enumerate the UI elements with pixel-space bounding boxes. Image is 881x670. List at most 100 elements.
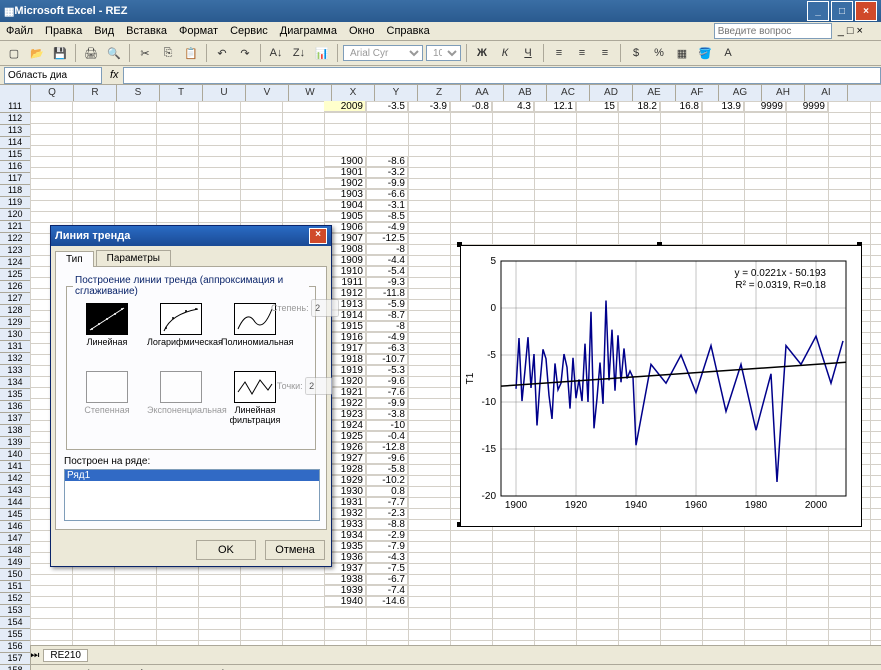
cell[interactable]: 16.8 bbox=[660, 101, 702, 112]
cell[interactable]: -7.4 bbox=[366, 585, 408, 596]
print-icon[interactable]: 🖨 bbox=[81, 43, 101, 63]
row-header[interactable]: 134 bbox=[0, 377, 31, 389]
row-header[interactable]: 139 bbox=[0, 437, 31, 449]
cell[interactable]: -9.9 bbox=[366, 398, 408, 409]
help-search[interactable] bbox=[714, 23, 832, 39]
cell[interactable]: -8 bbox=[366, 321, 408, 332]
cell[interactable]: -4.9 bbox=[366, 222, 408, 233]
sort-asc-icon[interactable]: A↓ bbox=[266, 43, 286, 63]
cell[interactable]: -2.3 bbox=[366, 508, 408, 519]
row-header[interactable]: 141 bbox=[0, 461, 31, 473]
col-header[interactable]: V bbox=[246, 85, 289, 101]
row-header[interactable]: 112 bbox=[0, 113, 31, 125]
cell[interactable]: -4.3 bbox=[366, 552, 408, 563]
trend-linear[interactable]: Линейная bbox=[73, 303, 141, 365]
row-header[interactable]: 121 bbox=[0, 221, 31, 233]
cell[interactable]: -2.9 bbox=[366, 530, 408, 541]
cell[interactable]: 1904 bbox=[324, 200, 366, 211]
col-header[interactable]: AC bbox=[547, 85, 590, 101]
textbox-icon[interactable]: A bbox=[213, 664, 233, 670]
cell[interactable]: -4.9 bbox=[366, 332, 408, 343]
redo-icon[interactable]: ↷ bbox=[235, 43, 255, 63]
align-left-icon[interactable]: ≡ bbox=[549, 43, 569, 63]
sort-desc-icon[interactable]: Z↓ bbox=[289, 43, 309, 63]
col-header[interactable]: W bbox=[289, 85, 332, 101]
col-header[interactable]: AF bbox=[676, 85, 719, 101]
col-header[interactable]: T bbox=[160, 85, 203, 101]
menu-window[interactable]: Окно bbox=[349, 25, 375, 37]
cell[interactable]: 1940 bbox=[324, 596, 366, 607]
cell[interactable]: 15 bbox=[576, 101, 618, 112]
row-header[interactable]: 130 bbox=[0, 329, 31, 341]
cell[interactable]: -0.4 bbox=[366, 431, 408, 442]
cell[interactable]: -3.8 bbox=[366, 409, 408, 420]
cell[interactable]: 1902 bbox=[324, 178, 366, 189]
row-header[interactable]: 126 bbox=[0, 281, 31, 293]
cell[interactable]: 18.2 bbox=[618, 101, 660, 112]
col-header[interactable]: X bbox=[332, 85, 375, 101]
cell[interactable]: 2009 bbox=[324, 101, 366, 112]
underline-icon[interactable]: Ч bbox=[518, 43, 538, 63]
row-header[interactable]: 148 bbox=[0, 545, 31, 557]
open-icon[interactable]: 📂 bbox=[27, 43, 47, 63]
cell[interactable]: 1903 bbox=[324, 189, 366, 200]
col-header[interactable]: Z bbox=[418, 85, 461, 101]
row-header[interactable]: 122 bbox=[0, 233, 31, 245]
col-header[interactable]: U bbox=[203, 85, 246, 101]
minimize-button[interactable]: _ bbox=[807, 1, 829, 21]
cell[interactable]: -9.6 bbox=[366, 453, 408, 464]
row-header[interactable]: 123 bbox=[0, 245, 31, 257]
trend-log[interactable]: Логарифмическая bbox=[147, 303, 215, 365]
series-listbox[interactable]: Ряд1 bbox=[64, 469, 320, 521]
row-header[interactable]: 118 bbox=[0, 185, 31, 197]
cell[interactable]: 1900 bbox=[324, 156, 366, 167]
row-header[interactable]: 158 bbox=[0, 665, 31, 670]
row-header[interactable]: 145 bbox=[0, 509, 31, 521]
row-header[interactable]: 154 bbox=[0, 617, 31, 629]
col-header[interactable]: AH bbox=[762, 85, 805, 101]
row-header[interactable]: 138 bbox=[0, 425, 31, 437]
series-item[interactable]: Ряд1 bbox=[65, 470, 319, 481]
col-header[interactable]: AI bbox=[805, 85, 848, 101]
cell[interactable]: -3.9 bbox=[408, 101, 450, 112]
row-header[interactable]: 115 bbox=[0, 149, 31, 161]
undo-icon[interactable]: ↶ bbox=[212, 43, 232, 63]
select-all[interactable] bbox=[0, 85, 31, 101]
row-header[interactable]: 117 bbox=[0, 173, 31, 185]
col-header[interactable]: AB bbox=[504, 85, 547, 101]
col-header[interactable]: R bbox=[74, 85, 117, 101]
row-header[interactable]: 149 bbox=[0, 557, 31, 569]
row-header[interactable]: 137 bbox=[0, 413, 31, 425]
row-header[interactable]: 129 bbox=[0, 317, 31, 329]
row-header[interactable]: 144 bbox=[0, 497, 31, 509]
preview-icon[interactable]: 🔍 bbox=[104, 43, 124, 63]
col-header[interactable]: Q bbox=[31, 85, 74, 101]
cell[interactable]: -8.8 bbox=[366, 519, 408, 530]
cell[interactable]: 1939 bbox=[324, 585, 366, 596]
menu-tools[interactable]: Сервис bbox=[230, 25, 268, 37]
row-header[interactable]: 133 bbox=[0, 365, 31, 377]
copy-icon[interactable]: ⎘ bbox=[158, 43, 178, 63]
col-header[interactable]: AA bbox=[461, 85, 504, 101]
row-header[interactable]: 125 bbox=[0, 269, 31, 281]
row-header[interactable]: 124 bbox=[0, 257, 31, 269]
currency-icon[interactable]: $ bbox=[626, 43, 646, 63]
menu-help[interactable]: Справка bbox=[387, 25, 430, 37]
sheet-tab[interactable]: RE210 bbox=[43, 649, 88, 662]
size-select[interactable]: 10 bbox=[426, 45, 461, 61]
col-header[interactable]: AE bbox=[633, 85, 676, 101]
cell[interactable]: -5.4 bbox=[366, 266, 408, 277]
row-header[interactable]: 128 bbox=[0, 305, 31, 317]
cell[interactable]: 1901 bbox=[324, 167, 366, 178]
cell[interactable]: 13.9 bbox=[702, 101, 744, 112]
row-header[interactable]: 116 bbox=[0, 161, 31, 173]
row-header[interactable]: 113 bbox=[0, 125, 31, 137]
dialog-close-button[interactable]: × bbox=[309, 228, 327, 244]
row-header[interactable]: 132 bbox=[0, 353, 31, 365]
row-header[interactable]: 143 bbox=[0, 485, 31, 497]
cell[interactable]: -5.9 bbox=[366, 299, 408, 310]
trend-moving[interactable]: Линейная фильтрация Точки: bbox=[221, 371, 289, 443]
cell[interactable]: -8.5 bbox=[366, 211, 408, 222]
cell[interactable]: 1905 bbox=[324, 211, 366, 222]
menu-insert[interactable]: Вставка bbox=[126, 25, 167, 37]
